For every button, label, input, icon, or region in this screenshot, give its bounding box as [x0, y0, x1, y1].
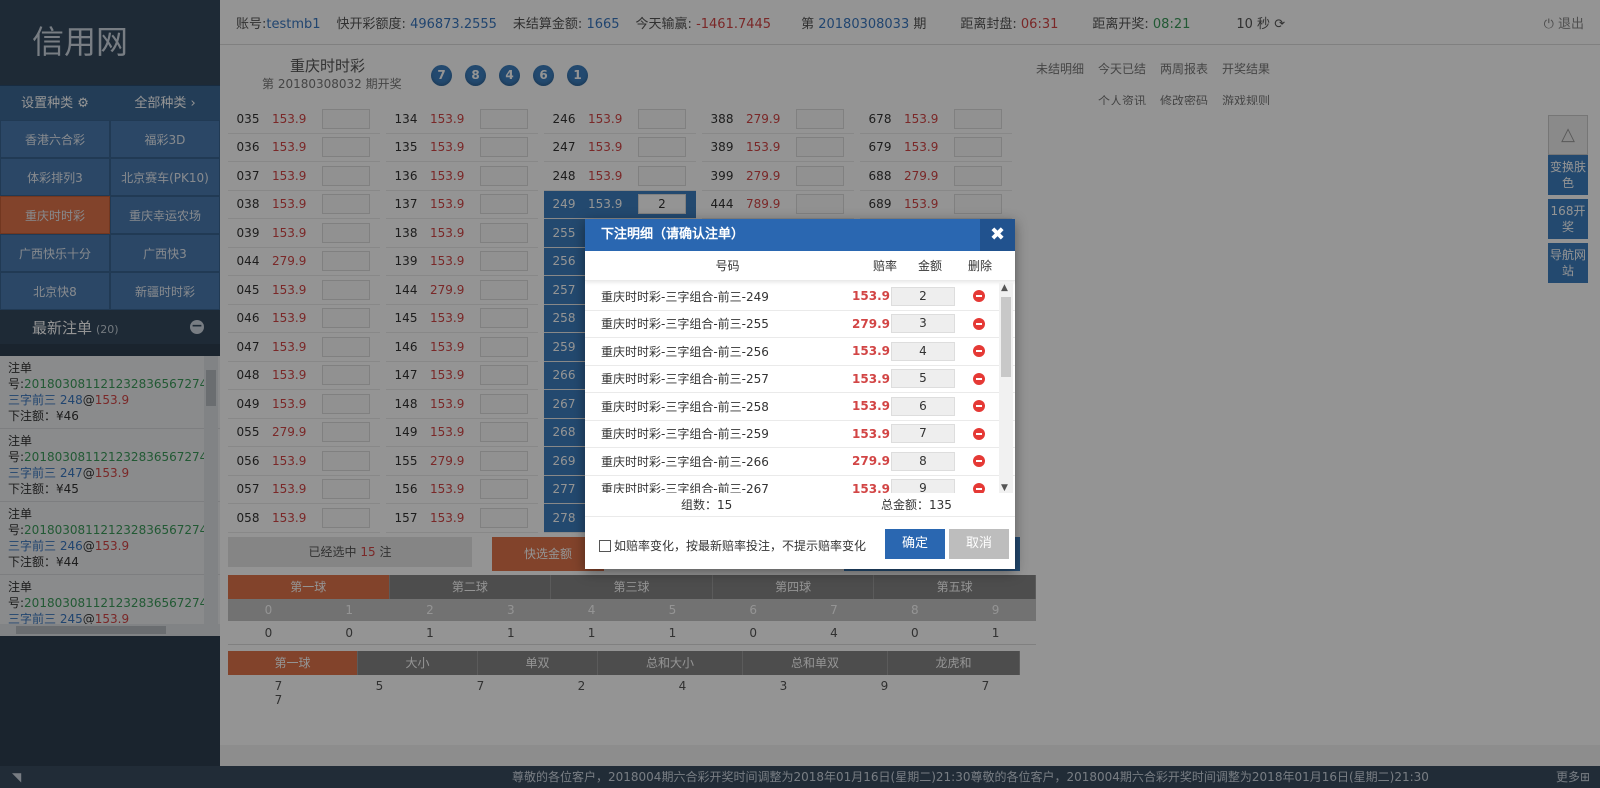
group-count: 15	[717, 498, 733, 512]
col-amount: 金额	[917, 259, 942, 273]
bet-odds: 153.9	[852, 344, 890, 359]
bet-confirm-row: 重庆时时彩-三字组合-前三-257 153.9 5	[585, 366, 1015, 393]
delete-cell	[956, 482, 1001, 493]
bet-name: 重庆时时彩-三字组合-前三-267	[601, 482, 769, 493]
bet-amount-field[interactable]: 7	[891, 424, 955, 444]
dialog-bet-list: 重庆时时彩-三字组合-前三-249 153.9 2 重庆时时彩-三字组合-前三-255…	[585, 283, 1015, 493]
group-label: 组数：	[681, 498, 718, 512]
close-icon[interactable]: ✖	[980, 219, 1015, 251]
bet-amount-cell: 4	[890, 341, 956, 361]
dialog-table-header: 号码 赔率 金额 删除	[585, 251, 1015, 281]
dialog-title: 下注明细（请确认注单）	[601, 227, 745, 242]
dialog-summary: 组数：15 总金额：135	[585, 493, 1015, 517]
total-amount: 135	[929, 498, 952, 512]
bet-odds: 153.9	[852, 399, 890, 414]
total-label: 总金额：	[881, 498, 930, 512]
bet-odds: 153.9	[852, 481, 890, 493]
bet-amount-cell: 2	[890, 286, 956, 306]
checkbox-label: 如赔率变化，按最新赔率投注，不提示赔率变化	[614, 539, 867, 553]
bet-confirm-dialog: 下注明细（请确认注单） ✖ 号码 赔率 金额 删除 重庆时时彩-三字组合-前三-…	[585, 219, 1015, 569]
bet-confirm-row: 重庆时时彩-三字组合-前三-258 153.9 6	[585, 393, 1015, 421]
delete-cell	[956, 455, 1001, 468]
bet-amount-field[interactable]: 5	[891, 369, 955, 389]
delete-icon[interactable]	[972, 427, 985, 440]
bet-amount-cell: 5	[890, 369, 956, 389]
bet-odds: 153.9	[852, 289, 890, 304]
delete-cell	[956, 372, 1001, 385]
col-delete: 删除	[967, 259, 992, 273]
bet-confirm-row: 重庆时时彩-三字组合-前三-259 153.9 7	[585, 421, 1015, 448]
bet-name: 重庆时时彩-三字组合-前三-258	[601, 399, 769, 414]
dialog-scrollbar[interactable]: ▲ ▼	[999, 283, 1013, 493]
bet-odds: 153.9	[852, 371, 890, 386]
bet-odds: 279.9	[852, 316, 890, 331]
delete-icon[interactable]	[972, 317, 985, 330]
delete-cell	[956, 345, 1001, 358]
bet-amount-field[interactable]: 6	[891, 396, 955, 416]
col-odds: 赔率	[872, 259, 897, 273]
bet-confirm-row: 重庆时时彩-三字组合-前三-266 279.9 8	[585, 448, 1015, 476]
bet-confirm-row: 重庆时时彩-三字组合-前三-256 153.9 4	[585, 338, 1015, 366]
bet-amount-field[interactable]: 9	[891, 479, 955, 493]
confirm-button[interactable]: 确定	[885, 529, 945, 559]
delete-icon[interactable]	[972, 400, 985, 413]
bet-confirm-row: 重庆时时彩-三字组合-前三-255 279.9 3	[585, 311, 1015, 338]
bet-name: 重庆时时彩-三字组合-前三-257	[601, 372, 769, 387]
delete-icon[interactable]	[972, 372, 985, 385]
delete-cell	[956, 427, 1001, 440]
delete-cell	[956, 317, 1001, 330]
bet-odds: 153.9	[852, 426, 890, 441]
delete-icon[interactable]	[972, 455, 985, 468]
bet-amount-field[interactable]: 2	[891, 286, 955, 306]
bet-name: 重庆时时彩-三字组合-前三-255	[601, 317, 769, 332]
bet-name: 重庆时时彩-三字组合-前三-249	[601, 289, 769, 304]
bet-amount-cell: 8	[890, 451, 956, 471]
delete-icon[interactable]	[972, 482, 985, 493]
odds-change-checkbox[interactable]: 如赔率变化，按最新赔率投注，不提示赔率变化	[599, 537, 866, 554]
delete-cell	[956, 290, 1001, 303]
bet-name: 重庆时时彩-三字组合-前三-256	[601, 344, 769, 359]
bet-amount-cell: 6	[890, 396, 956, 416]
bet-amount-field[interactable]: 8	[891, 451, 955, 471]
bet-confirm-row: 重庆时时彩-三字组合-前三-249 153.9 2	[585, 283, 1015, 311]
delete-cell	[956, 400, 1001, 413]
delete-icon[interactable]	[972, 290, 985, 303]
bet-name: 重庆时时彩-三字组合-前三-266	[601, 454, 769, 469]
bet-amount-cell: 9	[890, 479, 956, 493]
bet-amount-field[interactable]: 4	[891, 341, 955, 361]
cancel-button[interactable]: 取消	[949, 529, 1009, 559]
bet-amount-field[interactable]: 3	[891, 314, 955, 334]
bet-odds: 279.9	[852, 454, 890, 469]
col-code: 号码	[715, 259, 740, 273]
checkbox-box[interactable]	[599, 539, 611, 552]
bet-confirm-row: 重庆时时彩-三字组合-前三-267 153.9 9	[585, 476, 1015, 493]
bet-amount-cell: 7	[890, 424, 956, 444]
delete-icon[interactable]	[972, 345, 985, 358]
bet-amount-cell: 3	[890, 314, 956, 334]
bet-name: 重庆时时彩-三字组合-前三-259	[601, 427, 769, 442]
